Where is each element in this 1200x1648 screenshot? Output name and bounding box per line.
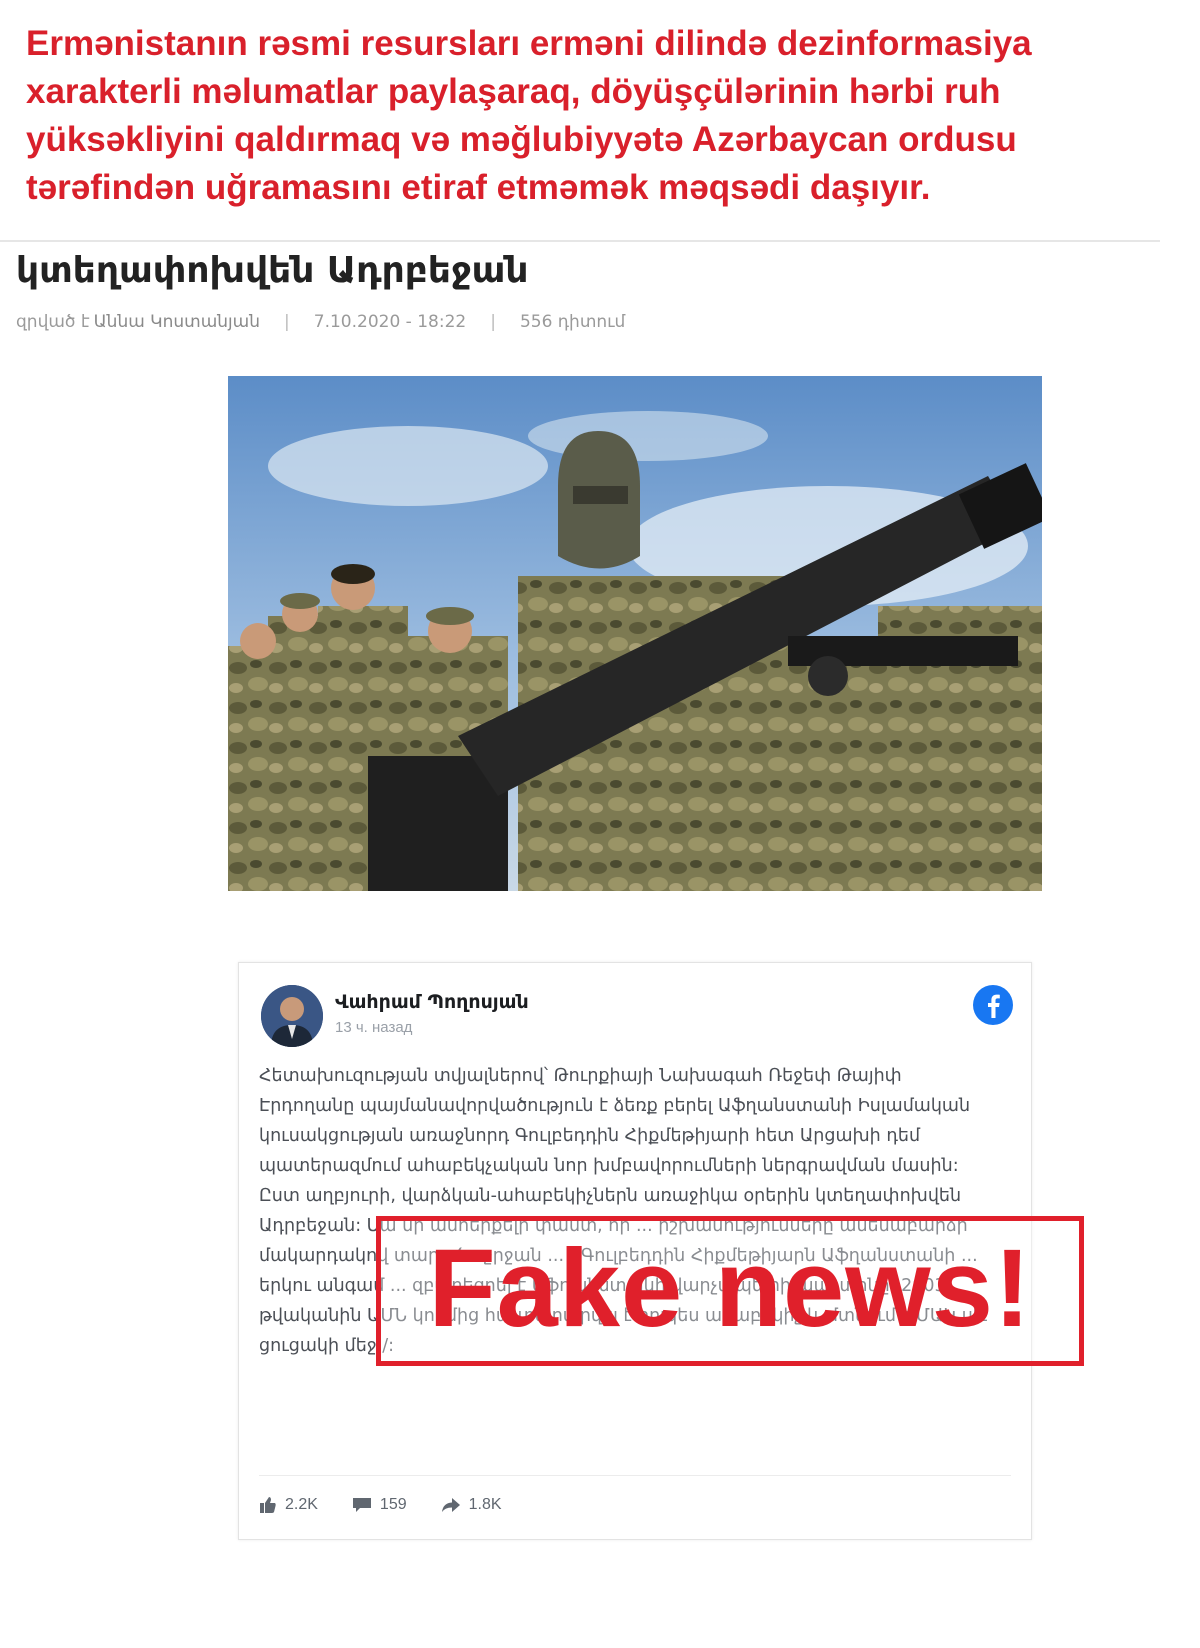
article-views: 556 դիտում — [519, 312, 626, 332]
facebook-icon[interactable] — [973, 985, 1013, 1025]
article-date: 7.10.2020 - 18:22 — [313, 312, 467, 332]
post-time[interactable]: 13 ч. назад — [335, 1019, 412, 1036]
likes-count[interactable]: 2.2K — [259, 1496, 318, 1514]
divider — [259, 1475, 1011, 1476]
poster-name[interactable]: Վահրամ Պողոսյան — [335, 991, 529, 1013]
shares-value: 1.8K — [468, 1496, 502, 1513]
avatar-image — [261, 985, 323, 1047]
author-prefix: զրված է — [16, 312, 90, 332]
post-stats: 2.2K 159 1.8K — [259, 1496, 536, 1514]
fake-news-stamp: Fake news! — [376, 1216, 1084, 1366]
meta-separator: | — [490, 312, 496, 332]
article-meta: զրված է Աննա Կոստանյան | 7.10.2020 - 18:… — [16, 312, 625, 332]
comments-count[interactable]: 159 — [352, 1496, 407, 1514]
avatar[interactable] — [261, 985, 323, 1047]
divider — [0, 240, 1160, 242]
shares-count[interactable]: 1.8K — [441, 1496, 502, 1514]
author-link[interactable]: Աննա Կոստանյան — [94, 312, 260, 332]
like-icon — [260, 1497, 276, 1513]
article-title: կտեղափոխվեն Ադրբեջան — [16, 250, 529, 291]
meta-separator: | — [284, 312, 290, 332]
headline: Ermənistanın rəsmi resursları erməni dil… — [26, 24, 1032, 207]
share-icon — [441, 1498, 460, 1512]
likes-value: 2.2K — [285, 1496, 318, 1513]
comments-value: 159 — [379, 1496, 407, 1513]
hero-image — [228, 376, 1042, 891]
comment-icon — [352, 1498, 371, 1512]
fake-news-text: Fake news! — [428, 1227, 1032, 1350]
